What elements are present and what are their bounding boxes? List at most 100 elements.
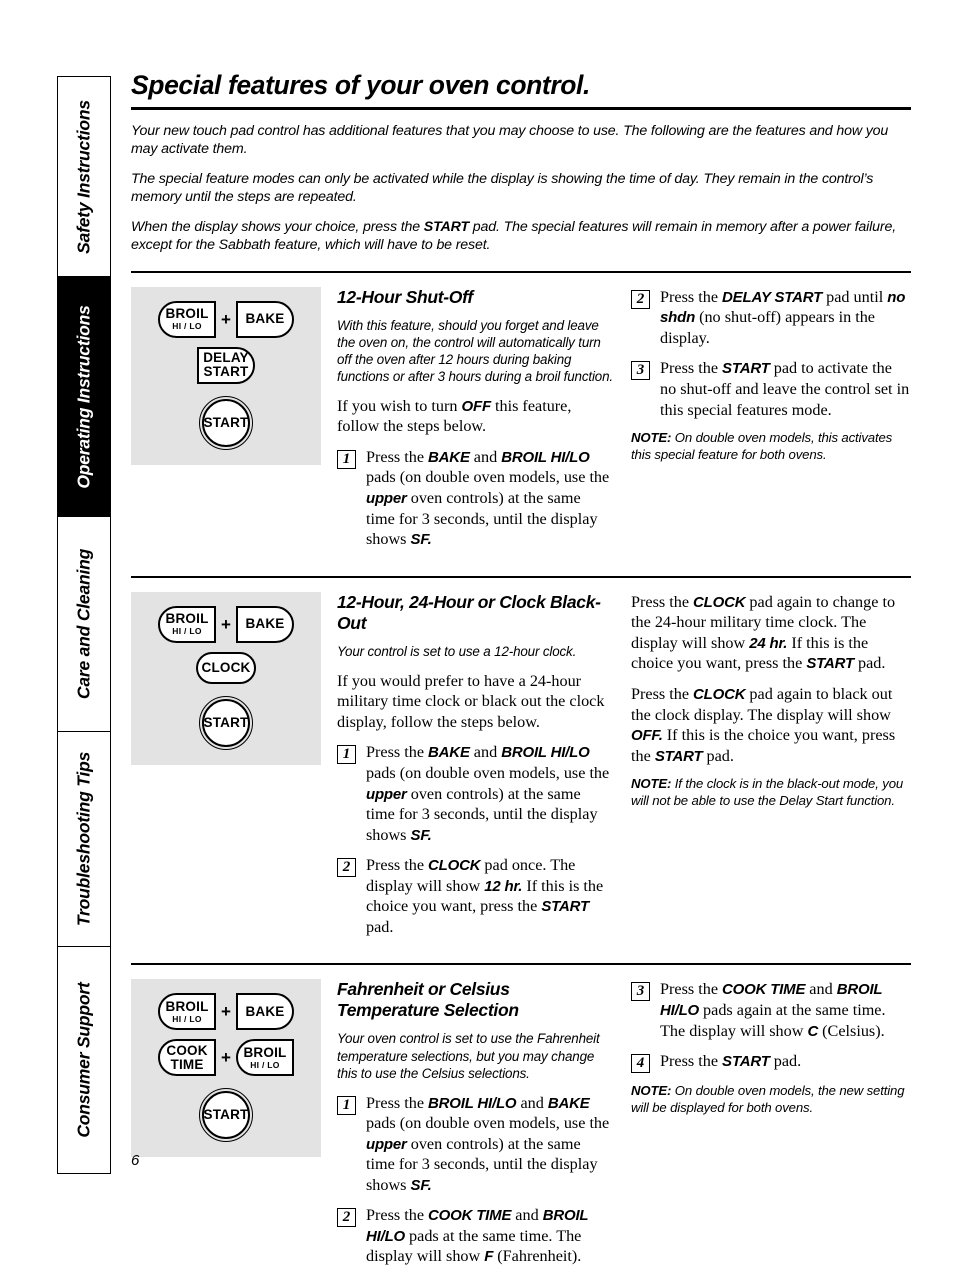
- section-right-column: Press the CLOCK pad again to change to t…: [627, 592, 911, 948]
- step-number: 3: [631, 982, 650, 1002]
- bake-pad[interactable]: BAKE: [235, 300, 294, 338]
- step-item: 2 Press the COOK TIME and BROIL HI/LO pad…: [337, 1205, 613, 1267]
- plus-icon: +: [221, 309, 231, 329]
- step-item: 3 Press the COOK TIME and BROIL HI/LO pad…: [631, 979, 911, 1041]
- step-number: 2: [337, 858, 356, 878]
- emphasis-pad-name: SF.: [410, 1176, 432, 1194]
- step-item: 1 Press the BAKE and BROIL HI/LO pads (on…: [337, 447, 613, 550]
- diagram-row: DELAY START: [131, 346, 321, 384]
- emphasis-pad-name: BAKE: [428, 448, 470, 466]
- broil-hi-lo-pad[interactable]: BROIL HI / LO: [158, 605, 217, 643]
- emphasis-pad-name: START: [654, 747, 703, 765]
- section-title: 12-Hour, 24-Hour or Clock Black-Out: [337, 591, 601, 633]
- step-number: 1: [337, 745, 356, 765]
- start-pad[interactable]: START: [199, 695, 253, 750]
- section-fahrenheit-celsius: BROIL HI / LO + BAKE COOK TIME + BROIL H…: [131, 979, 911, 1277]
- diagram-row: START: [131, 1085, 321, 1143]
- bake-pad[interactable]: BAKE: [235, 993, 294, 1031]
- steps-list: 1 Press the BAKE and BROIL HI/LO pads (on…: [337, 742, 613, 937]
- broil-hi-lo-pad[interactable]: BROIL HI / LO: [235, 1039, 294, 1077]
- emphasis-pad-name: BROIL HI/LO: [501, 744, 590, 762]
- emphasis-pad-name: COOK TIME: [428, 1207, 512, 1225]
- plus-icon: +: [221, 1048, 231, 1068]
- emphasis-pad-name: CLOCK: [428, 857, 481, 875]
- step-item: 2 Press the CLOCK pad once. The display w…: [337, 855, 613, 937]
- emphasis-pad-name: CLOCK: [693, 593, 746, 611]
- intro-paragraph-2: The special feature modes can only be ac…: [131, 170, 874, 206]
- bake-pad[interactable]: BAKE: [235, 605, 294, 643]
- emphasis-pad-name: CLOCK: [693, 685, 746, 703]
- sidebar-item-consumer-support[interactable]: Consumer Support: [58, 947, 110, 1173]
- broil-hi-lo-pad[interactable]: BROIL HI / LO: [158, 993, 217, 1031]
- intro-paragraph-1: Your new touch pad control has additiona…: [131, 123, 889, 158]
- delay-start-pad[interactable]: DELAY START: [197, 346, 255, 384]
- sidebar-item-operating-instructions[interactable]: Operating Instructions: [58, 277, 110, 517]
- steps-list: 3 Press the COOK TIME and BROIL HI/LO pad…: [631, 979, 911, 1074]
- button-diagram-clock: BROIL HI / LO + BAKE CLOCK START: [131, 591, 321, 765]
- emphasis-pad-name: BROIL HI/LO: [428, 1094, 517, 1112]
- step-text: Press the COOK TIME and BROIL HI/LO pads…: [366, 1206, 589, 1266]
- start-pad[interactable]: START: [199, 1088, 253, 1143]
- emphasis-pad-name: upper: [366, 490, 407, 508]
- step-text: Press the BROIL HI/LO and BAKE pads (on …: [366, 1093, 610, 1194]
- emphasis-pad-name: BAKE: [428, 744, 470, 762]
- emphasis-pad-name: 24 hr.: [749, 634, 788, 652]
- instruction-paragraph: Press the CLOCK pad again to black out t…: [631, 684, 896, 765]
- sidebar-item-label: Operating Instructions: [73, 304, 94, 489]
- page-content: Special features of your oven control. Y…: [131, 70, 911, 1277]
- sidebar-item-safety-instructions[interactable]: Safety Instructions: [58, 77, 110, 277]
- step-item: 1 Press the BROIL HI/LO and BAKE pads (on…: [337, 1093, 613, 1196]
- steps-list: 1 Press the BAKE and BROIL HI/LO pads (on…: [337, 447, 613, 550]
- sidebar-item-care-and-cleaning[interactable]: Care and Cleaning: [58, 517, 110, 732]
- section-12-hour-shut-off: BROIL HI / LO + BAKE DELAY START START 1…: [131, 286, 911, 560]
- sidebar-item-troubleshooting-tips[interactable]: Troubleshooting Tips: [58, 732, 110, 947]
- steps-list: 1 Press the BROIL HI/LO and BAKE pads (on…: [337, 1093, 613, 1268]
- section-right-column: 2 Press the DELAY START pad until no shdn…: [627, 287, 911, 560]
- intro-paragraph-3: When the display shows your choice, pres…: [131, 218, 896, 254]
- step-number: 3: [631, 361, 650, 381]
- clock-pad[interactable]: CLOCK: [196, 651, 256, 684]
- emphasis-pad-name: OFF.: [631, 727, 663, 745]
- step-number: 1: [337, 1095, 356, 1115]
- paragraph-list: Press the CLOCK pad again to change to t…: [631, 592, 911, 767]
- step-number: 2: [337, 1208, 356, 1228]
- title-divider: [131, 107, 911, 110]
- start-pad[interactable]: START: [199, 395, 253, 450]
- step-text: Press the BAKE and BROIL HI/LO pads (on …: [366, 743, 610, 844]
- diagram-row: START: [131, 393, 321, 451]
- button-diagram-temperature: BROIL HI / LO + BAKE COOK TIME + BROIL H…: [131, 979, 321, 1158]
- emphasis-pad-name: BROIL HI/LO: [501, 448, 590, 466]
- section-title: Fahrenheit or Celsius Temperature Select…: [337, 979, 519, 1021]
- emphasis-pad-name: C: [807, 1022, 819, 1040]
- step-item: 1 Press the BAKE and BROIL HI/LO pads (on…: [337, 742, 613, 845]
- emphasis-pad-name: START: [722, 360, 770, 378]
- step-item: 3 Press the START pad to activate the no …: [631, 358, 911, 420]
- sidebar-tabs: Safety Instructions Operating Instructio…: [57, 76, 111, 1174]
- section-note: NOTE: On double oven models, the new set…: [631, 1083, 905, 1115]
- sidebar-item-label: Care and Cleaning: [73, 548, 94, 700]
- emphasis-pad-name: START: [541, 898, 589, 916]
- section-left-column: 12-Hour, 24-Hour or Clock Black-Out Your…: [337, 592, 627, 948]
- intro-block: Your new touch pad control has additiona…: [131, 122, 911, 255]
- sidebar-item-label: Consumer Support: [73, 982, 94, 1138]
- diagram-row: BROIL HI / LO + BAKE: [131, 993, 321, 1031]
- section-lead: If you would prefer to have a 24-hour mi…: [337, 671, 605, 731]
- step-text: Press the START pad.: [660, 1052, 802, 1071]
- sidebar-item-label: Troubleshooting Tips: [73, 751, 94, 927]
- step-text: Press the COOK TIME and BROIL HI/LO pads…: [660, 980, 886, 1040]
- plus-icon: +: [221, 614, 231, 634]
- step-text: Press the BAKE and BROIL HI/LO pads (on …: [366, 447, 610, 549]
- step-item: 2 Press the DELAY START pad until no shdn…: [631, 287, 911, 349]
- diagram-row: COOK TIME + BROIL HI / LO: [131, 1039, 321, 1077]
- page-title: Special features of your oven control.: [131, 70, 590, 100]
- broil-hi-lo-pad[interactable]: BROIL HI / LO: [158, 300, 217, 338]
- instruction-paragraph: Press the CLOCK pad again to change to t…: [631, 592, 896, 673]
- cook-time-pad[interactable]: COOK TIME: [158, 1039, 217, 1077]
- emphasis-pad-name: SF.: [410, 531, 432, 549]
- emphasis-pad-name: 12 hr.: [484, 877, 523, 895]
- emphasis-pad-name: upper: [366, 1135, 407, 1153]
- step-text: Press the DELAY START pad until no shdn …: [660, 287, 906, 347]
- emphasis-pad-name: upper: [366, 785, 407, 803]
- section-note: NOTE: On double oven models, this activa…: [631, 430, 893, 462]
- step-number: 4: [631, 1054, 650, 1074]
